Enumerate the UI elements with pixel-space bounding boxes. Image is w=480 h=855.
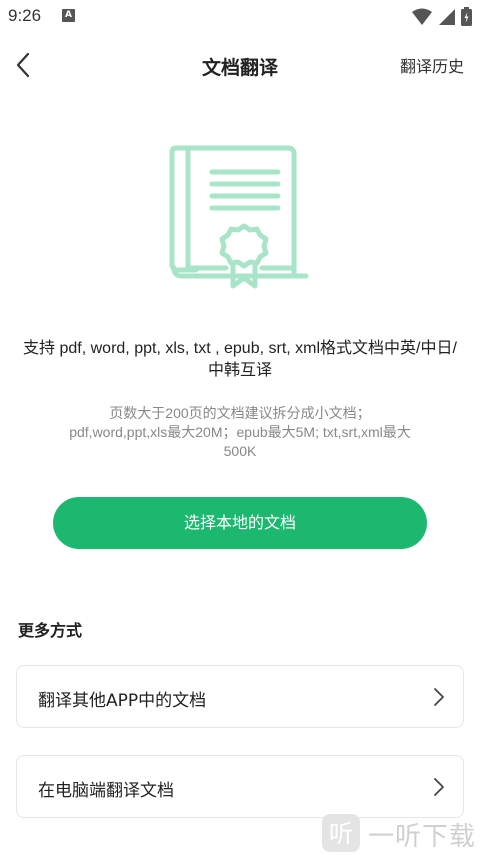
translation-history-link[interactable]: 翻译历史 [400, 53, 464, 77]
supported-formats-text: 支持 pdf, word, ppt, xls, txt , epub, srt,… [23, 340, 457, 379]
wifi-icon [412, 8, 432, 25]
translate-on-computer-option[interactable]: 在电脑端翻译文档 [16, 755, 464, 818]
translate-from-other-app-option[interactable]: 翻译其他APP中的文档 [16, 665, 464, 728]
status-icons [412, 7, 472, 26]
option-label: 在电脑端翻译文档 [38, 781, 174, 801]
size-limits-text: 页数大于200页的文档建议拆分成小文档； pdf,word,ppt,xls最大2… [20, 404, 460, 461]
notification-icon: A [62, 9, 75, 22]
status-bar: 9:26 A [0, 0, 480, 34]
option-label: 翻译其他APP中的文档 [38, 691, 207, 711]
watermark-text: 一听下载 [368, 822, 477, 852]
select-local-document-button[interactable]: 选择本地的文档 [53, 497, 427, 549]
limits-line: 500K [223, 443, 257, 459]
limits-line: pdf,word,ppt,xls最大20M；epub最大5M; txt,srt,… [69, 424, 411, 440]
chevron-right-icon [434, 688, 444, 706]
battery-icon [461, 7, 472, 26]
watermark-logo-icon: 听 [322, 814, 360, 852]
chevron-right-icon [434, 778, 444, 796]
signal-icon [439, 8, 455, 25]
more-ways-heading: 更多方式 [18, 621, 83, 640]
svg-text:听: 听 [329, 820, 353, 848]
document-certificate-icon [166, 140, 314, 292]
status-time: 9:26 [8, 6, 42, 25]
limits-line: 页数大于200页的文档建议拆分成小文档； [109, 405, 371, 421]
nav-bar: 文档翻译 翻译历史 [0, 40, 480, 90]
watermark: 听 一听下载 [320, 810, 480, 855]
